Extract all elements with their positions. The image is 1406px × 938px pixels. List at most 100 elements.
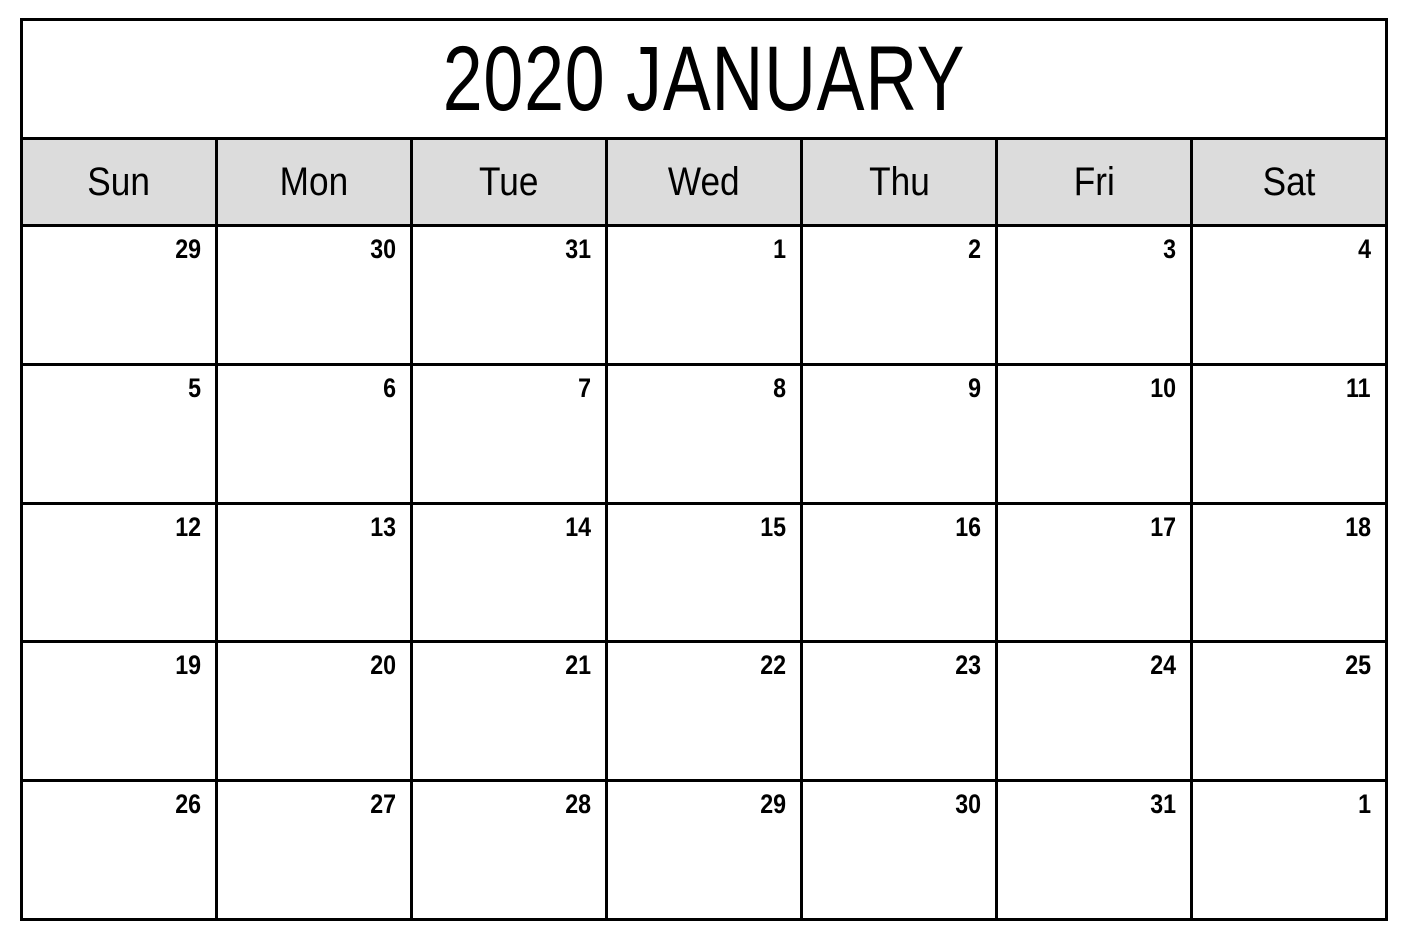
calendar-page: 2020 JANUARY Sun Mon Tue Wed Thu Fri Sat (0, 0, 1406, 938)
day-events-area[interactable] (1203, 828, 1375, 914)
day-events-area[interactable] (33, 273, 205, 359)
day-cell[interactable]: 23 (803, 643, 998, 780)
weekday-header-wed: Wed (608, 140, 803, 224)
day-events-area[interactable] (1008, 828, 1180, 914)
weekday-header-label: Thu (868, 160, 930, 204)
day-cell[interactable]: 16 (803, 504, 998, 641)
day-number: 5 (188, 372, 201, 403)
day-cell[interactable]: 22 (608, 643, 803, 780)
day-cell[interactable]: 19 (23, 643, 218, 780)
day-cell[interactable]: 18 (1193, 504, 1385, 641)
weekday-header-label: Wed (668, 160, 740, 204)
day-cell[interactable]: 27 (218, 782, 413, 918)
day-events-area[interactable] (33, 689, 205, 775)
day-events-area[interactable] (618, 689, 790, 775)
day-cell[interactable]: 7 (413, 365, 608, 502)
day-cell[interactable]: 20 (218, 643, 413, 780)
day-cell[interactable]: 5 (23, 365, 218, 502)
day-cell[interactable]: 1 (1193, 782, 1385, 918)
day-cell[interactable]: 8 (608, 365, 803, 502)
day-cell[interactable]: 26 (23, 782, 218, 918)
calendar-week-row: 5 6 7 8 9 10 11 (23, 365, 1385, 505)
day-cell[interactable]: 6 (218, 365, 413, 502)
day-number: 23 (955, 650, 981, 681)
day-number: 12 (175, 511, 201, 542)
day-cell[interactable]: 28 (413, 782, 608, 918)
day-events-area[interactable] (33, 551, 205, 637)
day-cell[interactable]: 30 (803, 782, 998, 918)
day-events-area[interactable] (228, 689, 400, 775)
day-number: 24 (1150, 650, 1176, 681)
calendar-title-band: 2020 JANUARY (23, 21, 1385, 140)
day-events-area[interactable] (813, 828, 985, 914)
day-events-area[interactable] (1008, 412, 1180, 498)
day-events-area[interactable] (813, 273, 985, 359)
day-events-area[interactable] (1203, 273, 1375, 359)
day-cell[interactable]: 9 (803, 365, 998, 502)
weekday-header-sun: Sun (23, 140, 218, 224)
day-number: 28 (565, 789, 591, 820)
weekday-header-label: Tue (479, 160, 539, 204)
day-cell[interactable]: 4 (1193, 227, 1385, 363)
day-events-area[interactable] (228, 551, 400, 637)
weekday-header-fri: Fri (998, 140, 1193, 224)
day-events-area[interactable] (423, 551, 595, 637)
day-cell[interactable]: 21 (413, 643, 608, 780)
day-cell[interactable]: 25 (1193, 643, 1385, 780)
day-number: 29 (760, 789, 786, 820)
day-cell[interactable]: 15 (608, 504, 803, 641)
day-number: 8 (773, 372, 786, 403)
day-number: 1 (773, 234, 786, 264)
day-events-area[interactable] (1008, 273, 1180, 359)
day-cell[interactable]: 2 (803, 227, 998, 363)
day-events-area[interactable] (618, 273, 790, 359)
day-events-area[interactable] (813, 412, 985, 498)
day-events-area[interactable] (1008, 551, 1180, 637)
day-cell[interactable]: 29 (23, 227, 218, 363)
page-title: 2020 JANUARY (442, 28, 966, 130)
day-events-area[interactable] (228, 412, 400, 498)
day-events-area[interactable] (423, 273, 595, 359)
weekday-header-row: Sun Mon Tue Wed Thu Fri Sat (23, 140, 1385, 227)
day-cell[interactable]: 12 (23, 504, 218, 641)
day-number: 1 (1358, 789, 1371, 820)
day-number: 6 (383, 372, 396, 403)
calendar-weeks-body: 29 30 31 1 2 3 4 5 6 7 8 9 10 11 12 13 1… (23, 227, 1385, 918)
day-events-area[interactable] (1203, 551, 1375, 637)
day-cell[interactable]: 31 (413, 227, 608, 363)
day-number: 17 (1150, 511, 1176, 542)
day-events-area[interactable] (813, 689, 985, 775)
day-events-area[interactable] (1203, 412, 1375, 498)
day-events-area[interactable] (33, 412, 205, 498)
day-events-area[interactable] (423, 412, 595, 498)
day-cell[interactable]: 31 (998, 782, 1193, 918)
day-events-area[interactable] (1203, 689, 1375, 775)
day-cell[interactable]: 1 (608, 227, 803, 363)
day-events-area[interactable] (813, 551, 985, 637)
day-cell[interactable]: 13 (218, 504, 413, 641)
day-cell[interactable]: 30 (218, 227, 413, 363)
day-events-area[interactable] (618, 412, 790, 498)
weekday-header-sat: Sat (1193, 140, 1385, 224)
day-events-area[interactable] (423, 828, 595, 914)
day-cell[interactable]: 17 (998, 504, 1193, 641)
day-events-area[interactable] (228, 828, 400, 914)
day-events-area[interactable] (423, 689, 595, 775)
day-number: 29 (175, 234, 201, 264)
day-events-area[interactable] (618, 828, 790, 914)
day-cell[interactable]: 11 (1193, 365, 1385, 502)
weekday-header-label: Fri (1073, 160, 1115, 204)
weekday-header-label: Sun (87, 160, 151, 204)
day-cell[interactable]: 10 (998, 365, 1193, 502)
day-events-area[interactable] (618, 551, 790, 637)
day-cell[interactable]: 29 (608, 782, 803, 918)
day-number: 31 (1150, 789, 1176, 820)
day-events-area[interactable] (1008, 689, 1180, 775)
day-cell[interactable]: 14 (413, 504, 608, 641)
day-cell[interactable]: 24 (998, 643, 1193, 780)
day-cell[interactable]: 3 (998, 227, 1193, 363)
day-events-area[interactable] (33, 828, 205, 914)
day-number: 15 (760, 511, 786, 542)
day-events-area[interactable] (228, 273, 400, 359)
calendar-week-row: 12 13 14 15 16 17 18 (23, 504, 1385, 644)
